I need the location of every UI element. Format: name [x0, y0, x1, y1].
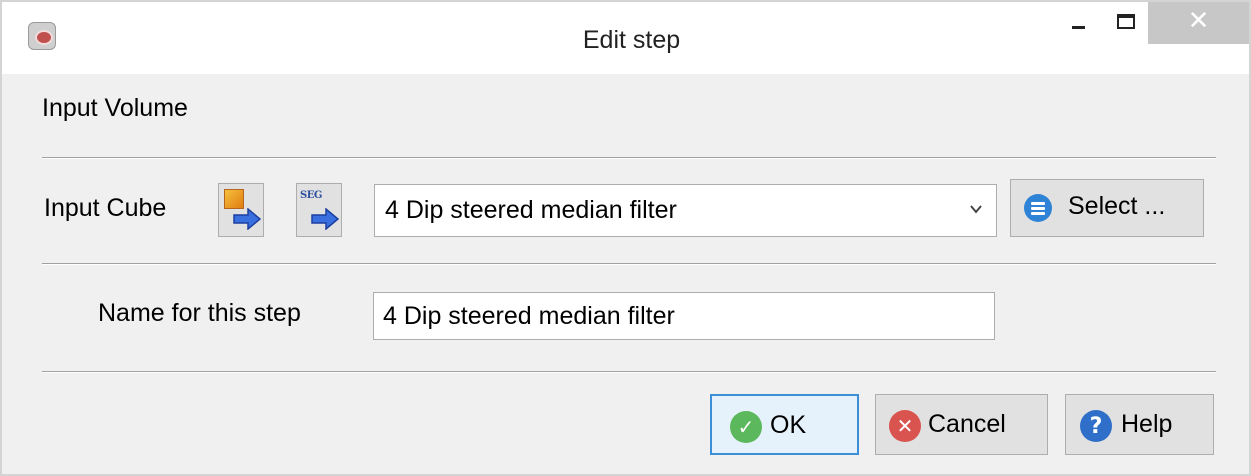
arrow-right-icon: [311, 208, 339, 230]
ok-button-label: OK: [770, 411, 807, 439]
separator: [42, 157, 1216, 159]
segy-import-button[interactable]: SEG: [296, 183, 342, 237]
section-title: Input Volume: [42, 94, 188, 122]
help-icon: ?: [1080, 410, 1112, 442]
separator: [42, 263, 1216, 265]
step-name-input[interactable]: [373, 292, 995, 340]
help-button-label: Help: [1121, 410, 1173, 438]
input-cube-selected: 4 Dip steered median filter: [385, 196, 677, 224]
edit-step-dialog: Edit step ✕ Input Volume Input Cube SEG …: [0, 0, 1251, 476]
cancel-button[interactable]: ✕ Cancel: [875, 394, 1048, 455]
step-name-label: Name for this step: [98, 299, 301, 327]
select-button[interactable]: Select ...: [1010, 179, 1204, 237]
ok-button[interactable]: ✓ OK: [710, 394, 859, 455]
input-cube-dropdown[interactable]: 4 Dip steered median filter: [374, 184, 997, 237]
import-volume-button[interactable]: [218, 183, 264, 237]
segy-import-icon: SEG: [300, 190, 322, 201]
select-button-label: Select ...: [1068, 192, 1166, 220]
help-button[interactable]: ? Help: [1065, 394, 1214, 455]
import-volume-icon: [224, 189, 244, 209]
minimize-icon: [1071, 25, 1085, 29]
close-button[interactable]: ✕: [1148, 2, 1249, 44]
maximize-button[interactable]: [1098, 2, 1154, 44]
arrow-right-icon: [233, 208, 261, 230]
cancel-button-label: Cancel: [928, 410, 1006, 438]
list-icon: [1024, 194, 1052, 222]
maximize-icon: [1117, 13, 1135, 29]
input-cube-label: Input Cube: [44, 194, 167, 222]
separator: [42, 371, 1216, 373]
chevron-down-icon: [970, 205, 982, 214]
check-icon: ✓: [730, 411, 762, 443]
cancel-icon: ✕: [889, 410, 921, 442]
title-bar[interactable]: Edit step ✕: [2, 2, 1249, 74]
close-icon: ✕: [1187, 6, 1210, 36]
